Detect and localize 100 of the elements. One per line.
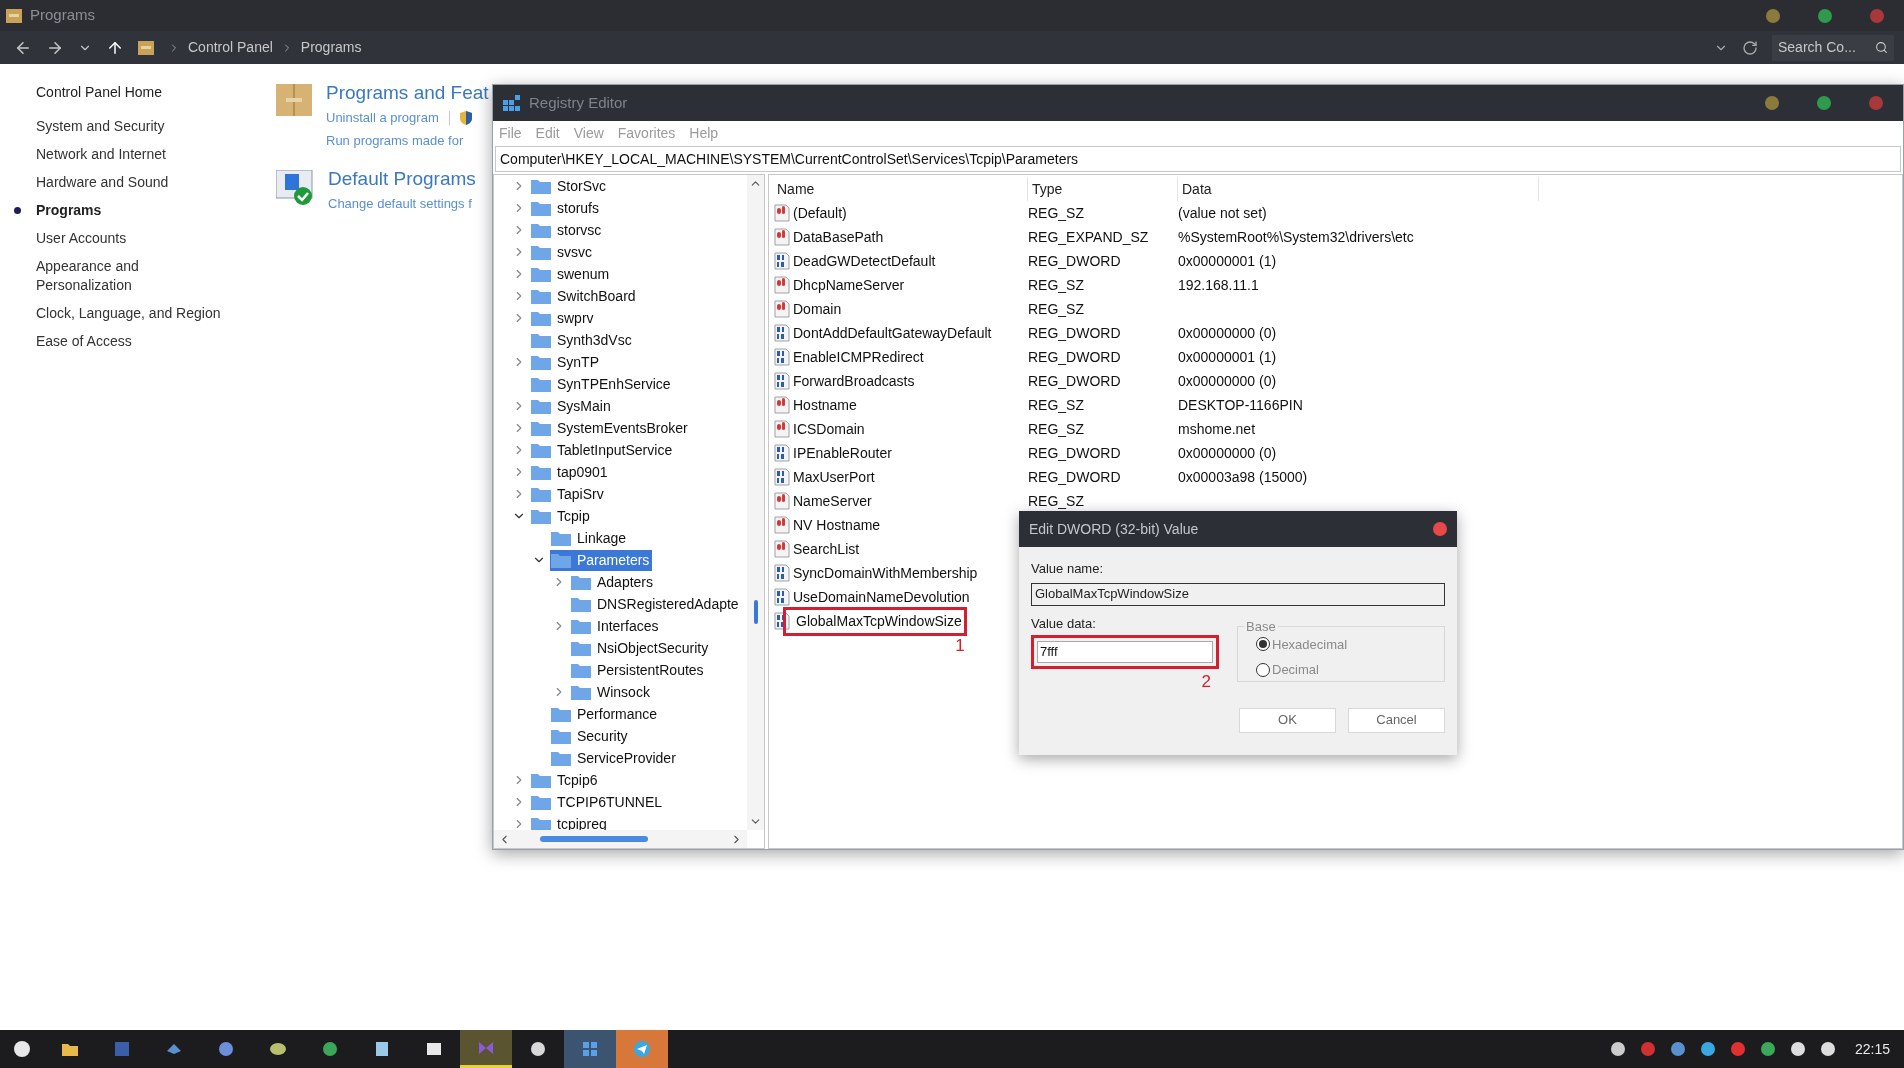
vertical-scrollbar[interactable] — [747, 175, 764, 830]
tree-item[interactable]: TabletInputService — [530, 439, 676, 461]
tree-item[interactable]: swenum — [530, 263, 613, 285]
tree-item[interactable]: Adapters — [570, 571, 657, 593]
column-header[interactable]: Type — [1028, 177, 1178, 201]
value-type: REG_DWORD — [1028, 252, 1121, 269]
tree-item[interactable]: Interfaces — [570, 615, 662, 637]
value-name: Hostname — [793, 395, 857, 415]
folder-icon — [571, 596, 591, 612]
binary-value-icon — [773, 588, 791, 606]
tree-item[interactable]: StorSvc — [530, 175, 609, 197]
tree-item[interactable]: PersistentRoutes — [570, 659, 707, 681]
window-check-icon — [276, 170, 314, 206]
folder-icon — [531, 376, 551, 392]
scroll-thumb[interactable] — [539, 836, 648, 842]
folder-icon — [531, 772, 551, 788]
ok-button[interactable]: OK — [1239, 707, 1336, 733]
tree-item[interactable]: SystemEventsBroker — [530, 417, 691, 439]
scroll-thumb[interactable] — [753, 600, 758, 624]
nav-link[interactable]: Clock, Language, and Region — [36, 304, 226, 323]
nav-link[interactable]: System and Security — [36, 117, 226, 136]
nav-link[interactable]: Programs — [36, 201, 226, 220]
nav-link[interactable]: Ease of Access — [36, 332, 226, 351]
tree-item[interactable]: tap0901 — [530, 461, 611, 483]
folder-icon — [551, 530, 571, 546]
folder-icon — [531, 354, 551, 370]
folder-icon — [531, 332, 551, 348]
tree-item[interactable]: Security — [550, 725, 631, 747]
tree-item[interactable]: Linkage — [550, 527, 630, 549]
tree-item[interactable]: storvsc — [530, 219, 605, 241]
folder-icon — [531, 310, 551, 326]
radio-button[interactable] — [1256, 662, 1270, 677]
tree-item[interactable]: TCPIP6TUNNEL — [530, 791, 666, 813]
folder-icon — [571, 618, 591, 634]
nav-link[interactable]: User Accounts — [36, 229, 226, 248]
home-link[interactable]: Control Panel Home — [36, 82, 276, 103]
tree-item[interactable]: NsiObjectSecurity — [570, 637, 712, 659]
selected-bullet-icon — [14, 207, 21, 214]
folder-icon — [571, 662, 591, 678]
nav-link[interactable]: Network and Internet — [36, 145, 226, 164]
address-field[interactable]: Computer\HKEY_LOCAL_MACHINE\SYSTEM\CurrentControlSet\Services\Tcpip\Parameters — [495, 146, 1901, 172]
tree-item[interactable]: Performance — [550, 703, 661, 725]
tree-item[interactable]: Tcpip — [530, 505, 593, 527]
tree-item[interactable]: SynTPEnhService — [530, 373, 674, 395]
value-data: %SystemRoot%\System32\drivers\etc — [1178, 228, 1414, 245]
value-data: 0x00000001 (1) — [1178, 252, 1277, 269]
control-panel-icon — [6, 8, 22, 23]
binary-value-icon — [773, 372, 791, 390]
breadcrumb-item[interactable]: Control Panel — [188, 37, 273, 58]
value-name: IPEnableRouter — [793, 443, 892, 463]
horizontal-scrollbar[interactable] — [494, 830, 747, 848]
tree-item[interactable]: Winsock — [570, 681, 653, 703]
binary-value-icon — [773, 564, 791, 582]
string-value-icon — [773, 420, 791, 438]
folder-icon — [531, 398, 551, 414]
column-header[interactable]: Data — [1178, 177, 1539, 201]
nav-link[interactable]: Appearance and Personalization — [36, 257, 226, 295]
value-data: 0x00000000 (0) — [1178, 372, 1277, 389]
value-name: GlobalMaxTcpWindowSize — [796, 612, 962, 629]
radio-button[interactable] — [1256, 637, 1270, 652]
tree-item[interactable]: SwitchBoard — [530, 285, 639, 307]
tree-item[interactable]: Tcpip6 — [530, 769, 601, 791]
binary-value-icon — [773, 252, 791, 270]
value-data-field[interactable]: 7fff — [1037, 641, 1213, 663]
tree-item[interactable]: SynTP — [530, 351, 602, 373]
tree-item[interactable]: TapiSrv — [530, 483, 607, 505]
start-button[interactable] — [14, 1041, 30, 1057]
registry-editor-icon — [503, 94, 521, 112]
nav-link[interactable]: Hardware and Sound — [36, 173, 226, 192]
binary-value-icon — [773, 444, 791, 462]
folder-icon — [571, 574, 591, 590]
column-header[interactable]: Name — [773, 177, 1028, 201]
tree-item[interactable]: DNSRegisteredAdapte — [570, 593, 742, 615]
tree-item[interactable]: ServiceProvider — [550, 747, 679, 769]
search-field[interactable]: Search Co... — [1772, 34, 1894, 61]
tree-item[interactable]: storufs — [530, 197, 602, 219]
tree-item[interactable]: swprv — [530, 307, 597, 329]
cancel-button[interactable]: Cancel — [1348, 707, 1445, 733]
value-type: REG_SZ — [1028, 276, 1084, 293]
section-title[interactable]: Default Programs — [328, 166, 476, 192]
refresh-icon[interactable] — [1742, 39, 1758, 56]
tree-item[interactable]: svsvc — [530, 241, 595, 263]
clock[interactable]: 22:15 — [1854, 1038, 1890, 1060]
folder-icon — [531, 200, 551, 216]
value-data: 0x00003a98 (15000) — [1178, 468, 1308, 485]
task-link[interactable]: Uninstall a program — [326, 106, 439, 129]
control-panel-icon — [138, 40, 154, 55]
tree-item[interactable]: Parameters — [550, 549, 653, 571]
search-icon — [1875, 41, 1888, 54]
section-title[interactable]: Programs and Feat — [326, 80, 489, 106]
field-label: Value data: — [1031, 614, 1097, 633]
value-name-field[interactable]: GlobalMaxTcpWindowSize — [1031, 582, 1445, 606]
value-type: REG_SZ — [1028, 420, 1084, 437]
value-name: SearchList — [793, 539, 860, 559]
value-name: MaxUserPort — [793, 467, 875, 487]
breadcrumb-item[interactable]: Programs — [300, 37, 362, 58]
tree-item[interactable]: SysMain — [530, 395, 614, 417]
tree-item[interactable]: Synth3dVsc — [530, 329, 635, 351]
task-link[interactable]: Change default settings f — [328, 192, 472, 215]
value-data: 0x00000001 (1) — [1178, 348, 1277, 365]
